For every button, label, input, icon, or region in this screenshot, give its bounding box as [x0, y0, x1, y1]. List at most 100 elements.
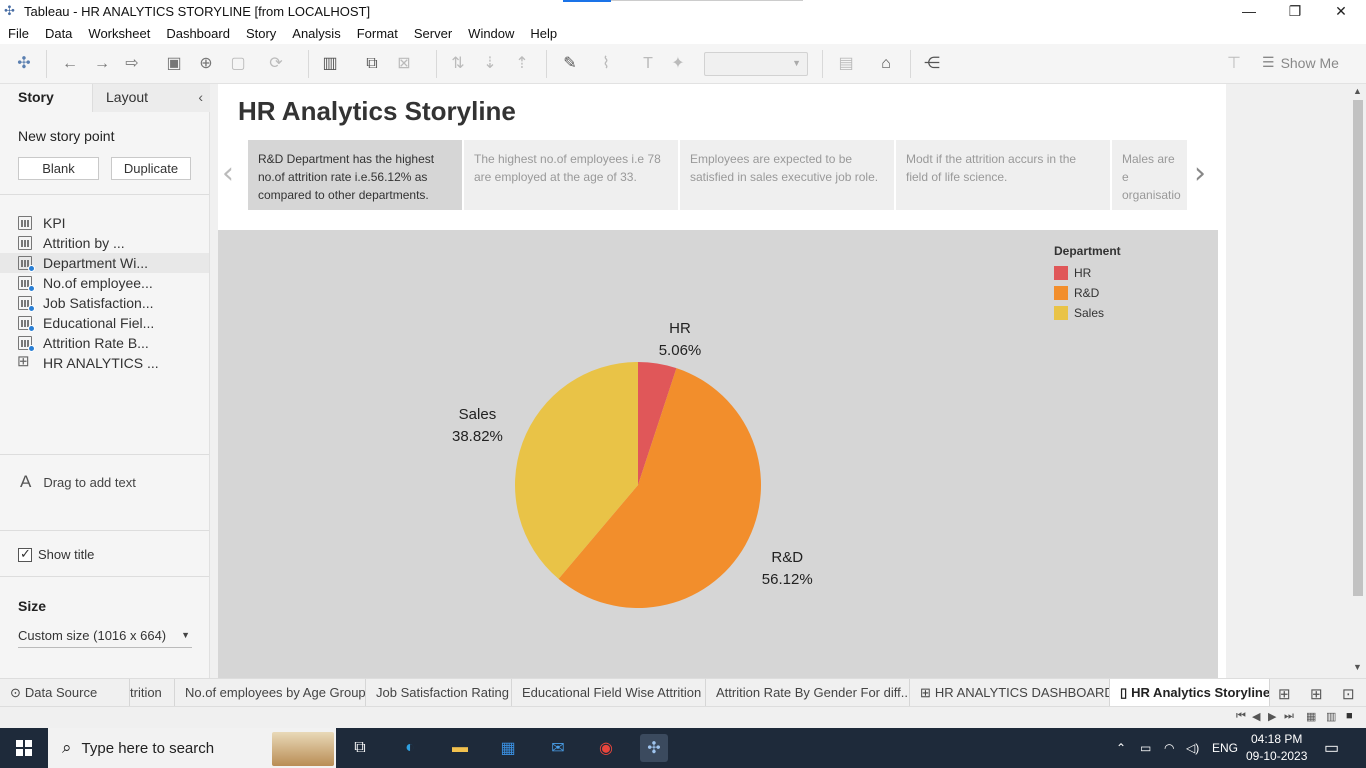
sheet-list-item[interactable]: Attrition by ... [0, 233, 209, 253]
tableau-home-icon[interactable]: ✣ [14, 54, 34, 74]
mail-icon[interactable]: ✉ [544, 734, 572, 762]
legend-item[interactable]: HR [1054, 263, 1121, 283]
language-indicator[interactable]: ENG [1212, 728, 1238, 768]
show-cards-icon[interactable]: ▤ [836, 54, 856, 74]
share-icon[interactable]: ⋲ [922, 54, 942, 74]
sheet-tab[interactable]: No.of employees by Age Group [175, 679, 366, 707]
sheet-tab[interactable]: ⊞ HR ANALYTICS DASHBOARD [910, 679, 1110, 707]
story-point-3[interactable]: Employees are expected to be satisfied i… [680, 140, 894, 210]
menu-story[interactable]: Story [238, 26, 284, 41]
sort-descending-icon[interactable]: ⇡ [512, 54, 532, 74]
fix-axes-icon[interactable]: ✦ [668, 54, 688, 74]
battery-icon[interactable]: ▭ [1140, 728, 1151, 768]
legend-item[interactable]: R&D [1054, 283, 1121, 303]
previous-story-point-icon[interactable]: ‹ [222, 156, 234, 191]
sheet-list-item[interactable]: Attrition Rate B... [0, 333, 209, 353]
new-worksheet-icon[interactable]: ▥ [320, 54, 340, 74]
story-point-1[interactable]: R&D Department has the highest no.of att… [248, 140, 462, 210]
group-members-icon[interactable]: ⌇ [596, 54, 616, 74]
new-dashboard-tab-icon[interactable]: ⊞ [1310, 685, 1323, 703]
minimize-button[interactable]: — [1226, 0, 1272, 22]
duplicate-button[interactable]: Duplicate [111, 157, 191, 180]
refresh-icon[interactable]: ⟳ [266, 54, 286, 74]
close-button[interactable]: ✕ [1318, 0, 1364, 22]
scroll-up-icon[interactable]: ▲ [1353, 86, 1362, 96]
menu-analysis[interactable]: Analysis [284, 26, 348, 41]
taskbar-search-box[interactable]: ⌕ Type here to search [48, 728, 336, 768]
clock[interactable]: 04:18 PM 09-10-2023 [1246, 731, 1307, 765]
windows-start-icon[interactable] [16, 740, 32, 756]
tableau-taskbar-icon[interactable]: ✣ [640, 734, 668, 762]
wifi-icon[interactable]: ◠ [1164, 728, 1174, 768]
vertical-scrollbar[interactable]: ▲ ▼ [1350, 84, 1366, 678]
show-mark-labels-icon[interactable]: T [638, 54, 658, 74]
tab-layout[interactable]: Layout [92, 84, 210, 112]
replay-icon[interactable]: ⇨ [122, 54, 142, 74]
format-painter-icon[interactable]: ⊤ [1224, 54, 1244, 74]
story-point-4[interactable]: Modt if the attrition accurs in the fiel… [896, 140, 1110, 210]
redo-icon[interactable]: → [92, 54, 112, 74]
swap-rows-columns-icon[interactable]: ⇅ [448, 54, 468, 74]
next-sheet-icon[interactable]: ▶ [1268, 710, 1276, 723]
edge-browser-icon[interactable]: ◐ [396, 734, 424, 762]
sheet-list-item[interactable]: HR ANALYTICS ... [0, 352, 209, 373]
menu-data[interactable]: Data [37, 26, 80, 41]
sheet-list-item[interactable]: No.of employee... [0, 273, 209, 293]
data-source-tab[interactable]: ⊙ Data Source [0, 679, 130, 707]
drag-text-item[interactable]: A Drag to add text [20, 472, 136, 492]
highlight-icon[interactable]: ✎ [560, 54, 580, 74]
task-view-icon[interactable]: ⧉ [346, 734, 374, 762]
restore-button[interactable]: ❐ [1272, 0, 1318, 22]
microsoft-store-icon[interactable]: ▦ [494, 734, 522, 762]
sheet-list-item[interactable]: Job Satisfaction... [0, 293, 209, 313]
sheet-list-item[interactable]: Educational Fiel... [0, 313, 209, 333]
story-point-5[interactable]: Males are e organisatio [1112, 140, 1187, 210]
legend-item[interactable]: Sales [1054, 303, 1121, 323]
tabs-view-icon[interactable]: ■ [1346, 710, 1353, 722]
fit-dropdown[interactable]: ▼ [704, 52, 808, 76]
sheet-tab[interactable]: Job Satisfaction Rating [366, 679, 512, 707]
sheet-list-item[interactable]: Department Wi... [0, 253, 209, 273]
volume-icon[interactable]: ◁) [1186, 728, 1199, 768]
sheet-tab[interactable]: ▯ HR Analytics Storyline [1110, 679, 1270, 707]
sheet-sorter-icon[interactable]: ▦ [1306, 710, 1316, 723]
chrome-icon[interactable]: ◉ [592, 734, 620, 762]
duplicate-sheet-icon[interactable]: ⧉ [362, 54, 382, 74]
show-title-checkbox[interactable]: Show title [18, 546, 94, 562]
chevron-left-icon[interactable]: ‹ [198, 89, 203, 105]
pause-updates-icon[interactable]: ▢ [228, 54, 248, 74]
sheet-tab[interactable]: Educational Field Wise Attrition [512, 679, 706, 707]
filmstrip-icon[interactable]: ▥ [1326, 710, 1336, 723]
next-story-point-icon[interactable]: › [1194, 156, 1206, 191]
show-me-button[interactable]: ☰ Show Me [1262, 54, 1339, 71]
sheet-tab[interactable]: trition [130, 679, 175, 707]
sheet-tab[interactable]: Attrition Rate By Gender For diff... [706, 679, 910, 707]
scroll-down-icon[interactable]: ▼ [1353, 662, 1362, 672]
new-worksheet-tab-icon[interactable]: ⊞ [1278, 685, 1291, 703]
presentation-mode-icon[interactable]: ⌂ [876, 54, 896, 74]
menu-server[interactable]: Server [406, 26, 460, 41]
previous-sheet-icon[interactable]: ◀ [1252, 710, 1260, 723]
size-dropdown[interactable]: Custom size (1016 x 664) ▼ [18, 628, 192, 648]
show-hidden-icons-icon[interactable]: ⌃ [1116, 728, 1126, 768]
file-explorer-icon[interactable]: ▬ [446, 734, 474, 762]
menu-help[interactable]: Help [522, 26, 565, 41]
notifications-icon[interactable]: ▭ [1324, 728, 1339, 768]
tab-story[interactable]: Story [0, 84, 92, 112]
story-point-2[interactable]: The highest no.of employees i.e 78 are e… [464, 140, 678, 210]
blank-button[interactable]: Blank [18, 157, 99, 180]
new-data-source-icon[interactable]: ⊕ [196, 54, 216, 74]
menu-worksheet[interactable]: Worksheet [80, 26, 158, 41]
menu-format[interactable]: Format [349, 26, 406, 41]
sheet-list-item[interactable]: KPI [0, 213, 209, 233]
new-story-tab-icon[interactable]: ⊡ [1342, 685, 1355, 703]
menu-dashboard[interactable]: Dashboard [158, 26, 238, 41]
last-sheet-icon[interactable]: ⏭ [1284, 710, 1294, 723]
first-sheet-icon[interactable]: ⏮ [1236, 710, 1246, 723]
sort-ascending-icon[interactable]: ⇣ [480, 54, 500, 74]
scroll-thumb[interactable] [1353, 100, 1363, 596]
menu-file[interactable]: File [0, 26, 37, 41]
undo-icon[interactable]: ← [60, 54, 80, 74]
clear-sheet-icon[interactable]: ⊠ [394, 54, 414, 74]
menu-window[interactable]: Window [460, 26, 522, 41]
